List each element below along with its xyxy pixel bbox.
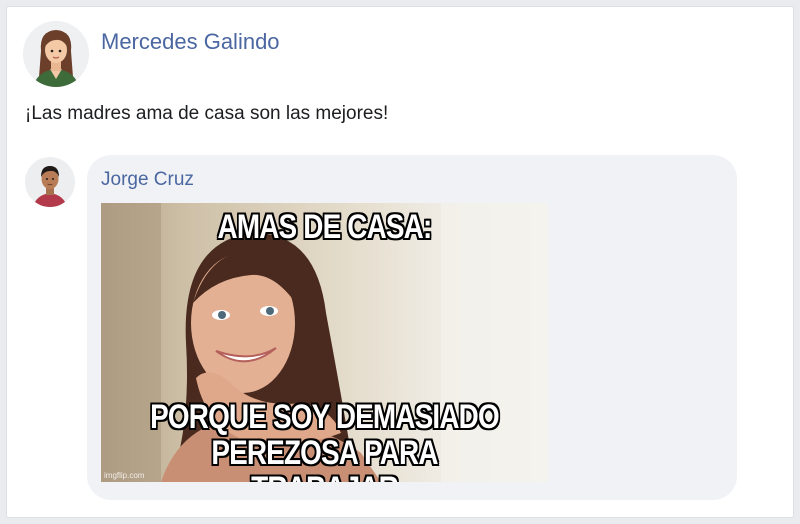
meme-image[interactable]: AMAS DE CASA: PORQUE SOY DEMASIADO PEREZ… — [101, 203, 548, 482]
meme-bottom-line-2: PEREZOSA PARA TRABAJAR — [211, 434, 438, 482]
meme-bottom-line-1: PORQUE SOY DEMASIADO — [150, 398, 500, 436]
meme-watermark: imgflip.com — [104, 471, 145, 480]
meme-bottom-caption: PORQUE SOY DEMASIADO PEREZOSA PARA TRABA… — [141, 399, 508, 482]
comment-bubble: Jorge Cruz AMAS DE CASA: PORQUE SOY DEMA… — [87, 155, 737, 500]
post-card: Mercedes Galindo ¡Las madres ama de casa… — [6, 6, 794, 518]
woman-avatar-icon[interactable] — [23, 21, 89, 87]
meme-top-caption: AMAS DE CASA: — [217, 208, 433, 246]
comment-author-name[interactable]: Jorge Cruz — [101, 169, 194, 191]
post-author-name[interactable]: Mercedes Galindo — [101, 29, 280, 55]
man-avatar-icon[interactable] — [25, 157, 75, 207]
post-text: ¡Las madres ama de casa son las mejores! — [25, 103, 389, 124]
